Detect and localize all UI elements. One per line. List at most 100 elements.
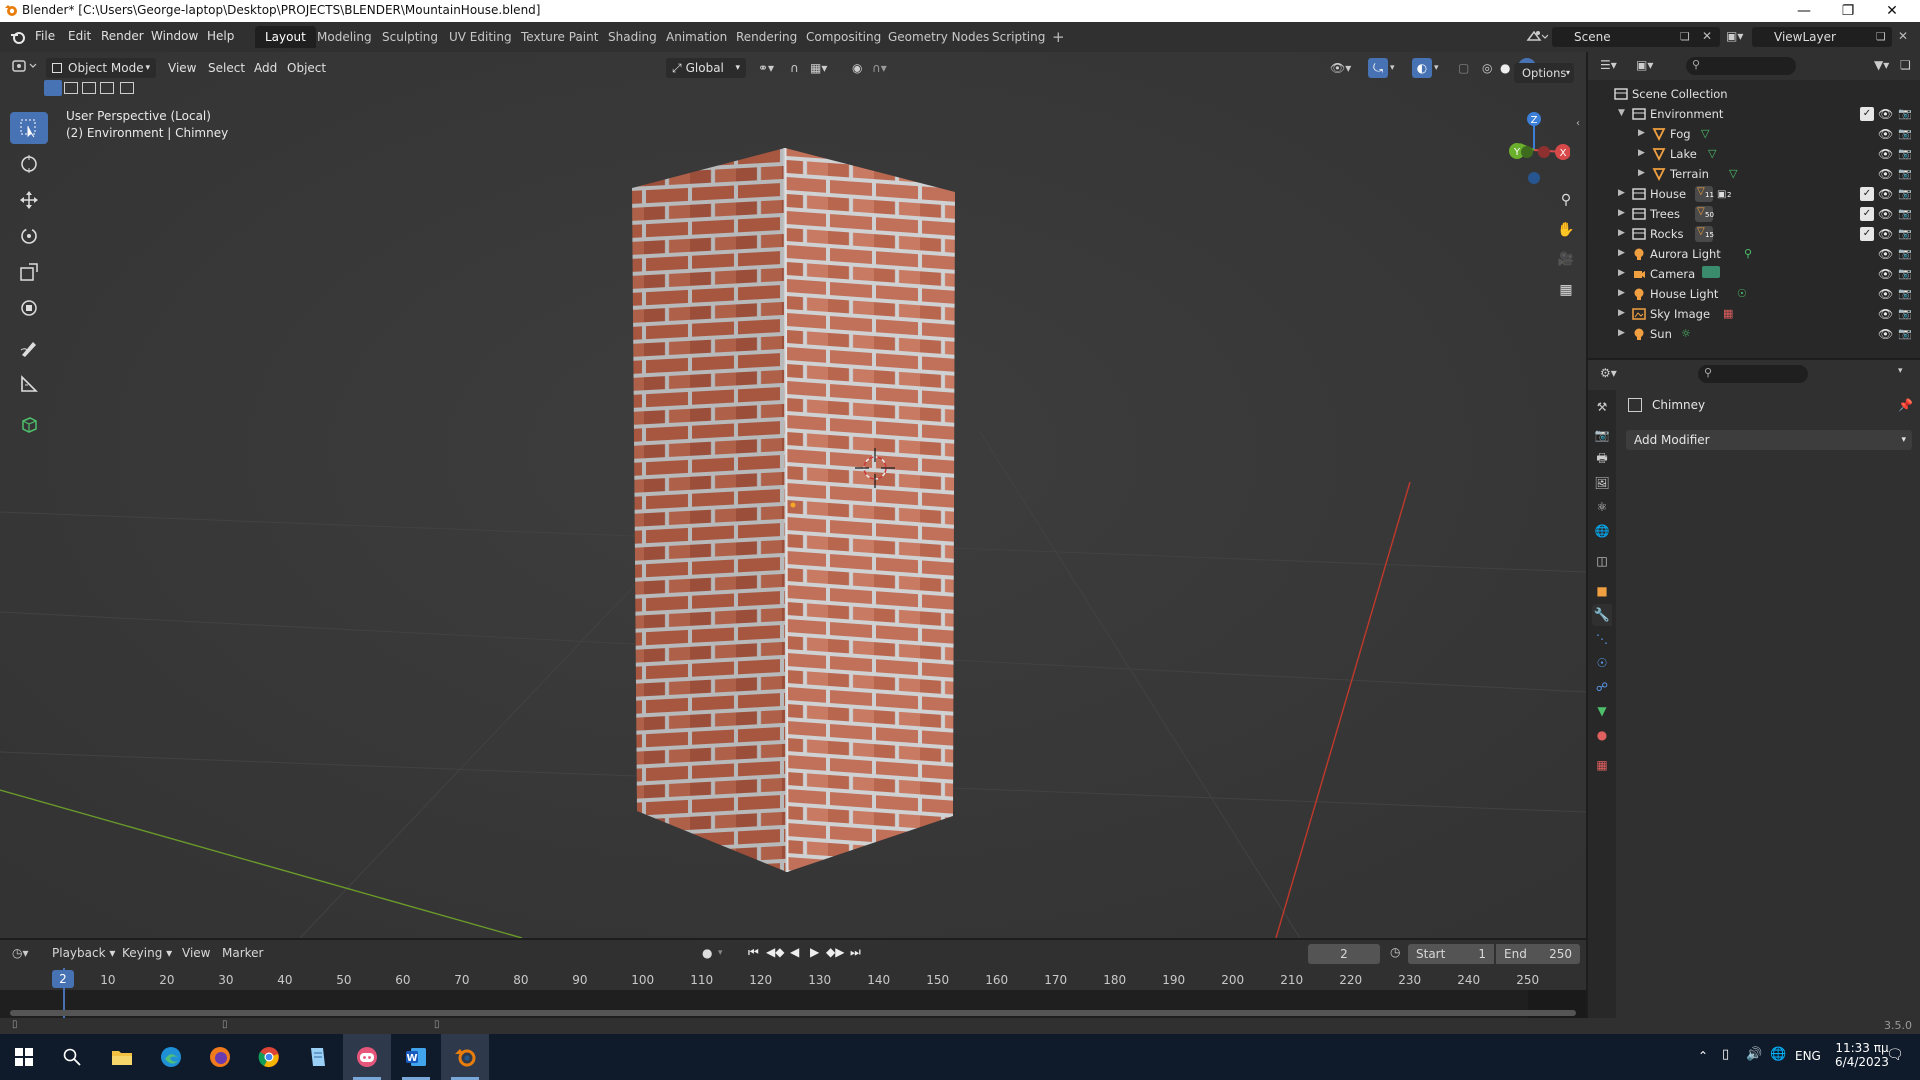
data-tab-icon[interactable]: ▼: [1592, 700, 1612, 722]
child-objects-icon[interactable]: ▽ 50: [1695, 206, 1714, 222]
render-camera-icon[interactable]: 📷: [1898, 167, 1912, 181]
keying-set-icon[interactable]: ▾: [718, 948, 723, 958]
expand-arrow-icon[interactable]: ▶: [1618, 208, 1625, 218]
network-icon[interactable]: 🌐: [1770, 1047, 1786, 1062]
menu-help[interactable]: Help: [207, 29, 234, 43]
exclude-checkbox[interactable]: ✓: [1860, 227, 1874, 241]
eye-icon[interactable]: 👁: [1878, 127, 1893, 141]
prev-keyframe-icon[interactable]: ◀◆: [766, 945, 784, 959]
new-scene-icon[interactable]: ❏: [1680, 30, 1690, 43]
object-data-icon[interactable]: [1702, 266, 1720, 281]
select-box-tool-icon[interactable]: [10, 112, 48, 144]
expand-arrow-icon[interactable]: ▶: [1638, 128, 1645, 138]
word-icon[interactable]: W: [392, 1034, 440, 1080]
outliner-row-sun[interactable]: ▶ Sun ☼ 👁 📷: [1588, 324, 1920, 344]
scene-tab-icon[interactable]: ⚛: [1592, 496, 1612, 518]
edge-browser-icon[interactable]: [147, 1034, 195, 1080]
minimize-button[interactable]: —: [1782, 0, 1826, 22]
object-data-icon[interactable]: ▽: [1701, 126, 1709, 140]
jump-start-icon[interactable]: ⏮: [748, 945, 759, 960]
delete-view-layer-icon[interactable]: ✕: [1898, 29, 1908, 43]
render-tab-icon[interactable]: 📷: [1592, 424, 1612, 446]
current-frame-field[interactable]: 2: [1308, 944, 1380, 964]
view-layer-field[interactable]: ViewLayer: [1752, 27, 1892, 47]
select-intersect-icon[interactable]: [120, 82, 134, 94]
menu-render[interactable]: Render: [101, 29, 144, 43]
display-mode-icon[interactable]: ▣▾: [1636, 58, 1653, 72]
object-data-icon[interactable]: ☼: [1681, 326, 1691, 340]
blender-menu-icon[interactable]: [10, 30, 26, 44]
tab-animation[interactable]: Animation: [656, 26, 737, 48]
expand-arrow-icon[interactable]: ▶: [1618, 288, 1625, 298]
physics-tab-icon[interactable]: ☉: [1592, 652, 1612, 674]
add-workspace-icon[interactable]: +: [1052, 28, 1065, 46]
scene-selector-icon[interactable]: [1526, 28, 1548, 44]
select-new-icon[interactable]: [44, 80, 62, 96]
jump-end-icon[interactable]: ⏭: [850, 945, 861, 960]
expand-arrow-icon[interactable]: ▶: [1618, 328, 1625, 338]
gizmo-dropdown-icon[interactable]: ▾: [1390, 58, 1395, 78]
battery-icon[interactable]: ▯: [1722, 1047, 1729, 1062]
filter-icon[interactable]: ▼▾: [1874, 58, 1889, 72]
expand-arrow-icon[interactable]: ▶: [1638, 148, 1645, 158]
end-frame-field[interactable]: End 250: [1496, 944, 1580, 964]
eye-icon[interactable]: 👁: [1878, 167, 1893, 181]
play-icon[interactable]: ▶: [810, 945, 819, 959]
eye-icon[interactable]: 👁: [1878, 327, 1893, 341]
start-button-icon[interactable]: [0, 1034, 48, 1080]
tab-modeling[interactable]: Modeling: [307, 26, 382, 48]
select-subtract-icon[interactable]: [82, 82, 96, 94]
snap-icon[interactable]: ∩: [790, 58, 799, 78]
tool-tab-icon[interactable]: ⚒: [1592, 396, 1612, 418]
transform-orientation-dropdown[interactable]: ⤢ Global ▾: [666, 58, 746, 78]
add-cube-tool-icon[interactable]: [10, 408, 48, 440]
solid-shading-icon[interactable]: ●: [1500, 58, 1510, 78]
start-frame-field[interactable]: Start 1: [1408, 944, 1494, 964]
render-camera-icon[interactable]: 📷: [1898, 207, 1912, 221]
render-camera-icon[interactable]: 📷: [1898, 267, 1912, 281]
preview-range-icon[interactable]: ◷: [1390, 945, 1400, 959]
child-objects-icon[interactable]: ▽ 11: [1695, 186, 1714, 202]
exclude-checkbox[interactable]: ✓: [1860, 187, 1874, 201]
gizmo-toggle-icon[interactable]: ⤿: [1368, 58, 1388, 78]
notepad-icon[interactable]: [294, 1034, 342, 1080]
discord-icon[interactable]: [343, 1034, 391, 1080]
menu-edit[interactable]: Edit: [68, 29, 91, 43]
xray-toggle-icon[interactable]: ▢: [1458, 58, 1469, 78]
collection-tab-icon[interactable]: ◫: [1592, 550, 1612, 572]
menu-window[interactable]: Window: [151, 29, 198, 43]
snap-target-icon[interactable]: ▦▾: [810, 58, 827, 78]
editor-type-icon[interactable]: [12, 58, 38, 74]
eye-icon[interactable]: 👁: [1878, 267, 1893, 281]
object-tab-icon[interactable]: ■: [1592, 580, 1612, 602]
expand-arrow-icon[interactable]: ▶: [1618, 308, 1625, 318]
outliner-row-environment[interactable]: ▼ Environment ✓ 👁 📷: [1588, 104, 1920, 124]
timeline-menu-keying[interactable]: Keying ▾: [122, 946, 172, 960]
zoom-icon[interactable]: ⚲: [1556, 192, 1576, 214]
eye-icon[interactable]: 👁: [1878, 147, 1893, 161]
expand-arrow-icon[interactable]: ▼: [1618, 108, 1625, 118]
world-tab-icon[interactable]: 🌐: [1592, 520, 1612, 542]
outliner-row-trees[interactable]: ▶ Trees ▽ 50 ✓ 👁 📷: [1588, 204, 1920, 224]
render-camera-icon[interactable]: 📷: [1898, 327, 1912, 341]
exclude-checkbox[interactable]: ✓: [1860, 107, 1874, 121]
tray-chevron-icon[interactable]: ⌃: [1698, 1049, 1708, 1063]
outliner-row-house-light[interactable]: ▶ House Light ☉ 👁 📷: [1588, 284, 1920, 304]
wireframe-shading-icon[interactable]: ◎: [1482, 58, 1492, 78]
3d-viewport[interactable]: Object Mode ▾ View Select Add Object ⤢ Glo…: [0, 52, 1586, 938]
render-camera-icon[interactable]: 📷: [1898, 247, 1912, 261]
object-mode-dropdown[interactable]: Object Mode ▾: [46, 58, 156, 78]
object-data-icon[interactable]: ⚲: [1744, 246, 1752, 260]
timeline-menu-marker[interactable]: Marker: [222, 946, 263, 960]
expand-arrow-icon[interactable]: ▶: [1618, 248, 1625, 258]
pin-icon[interactable]: 📌: [1898, 398, 1913, 412]
annotate-tool-icon[interactable]: [10, 332, 48, 364]
next-keyframe-icon[interactable]: ◆▶: [826, 945, 844, 959]
sub-collections-icon[interactable]: ▣ 2: [1717, 186, 1731, 200]
transform-tool-icon[interactable]: [10, 292, 48, 324]
volume-icon[interactable]: 🔊: [1746, 1047, 1762, 1062]
new-view-layer-icon[interactable]: ❏: [1876, 30, 1886, 43]
proportional-edit-icon[interactable]: ◉: [852, 58, 862, 78]
expand-arrow-icon[interactable]: ▶: [1618, 188, 1625, 198]
perspective-grid-icon[interactable]: ▦: [1556, 282, 1576, 304]
